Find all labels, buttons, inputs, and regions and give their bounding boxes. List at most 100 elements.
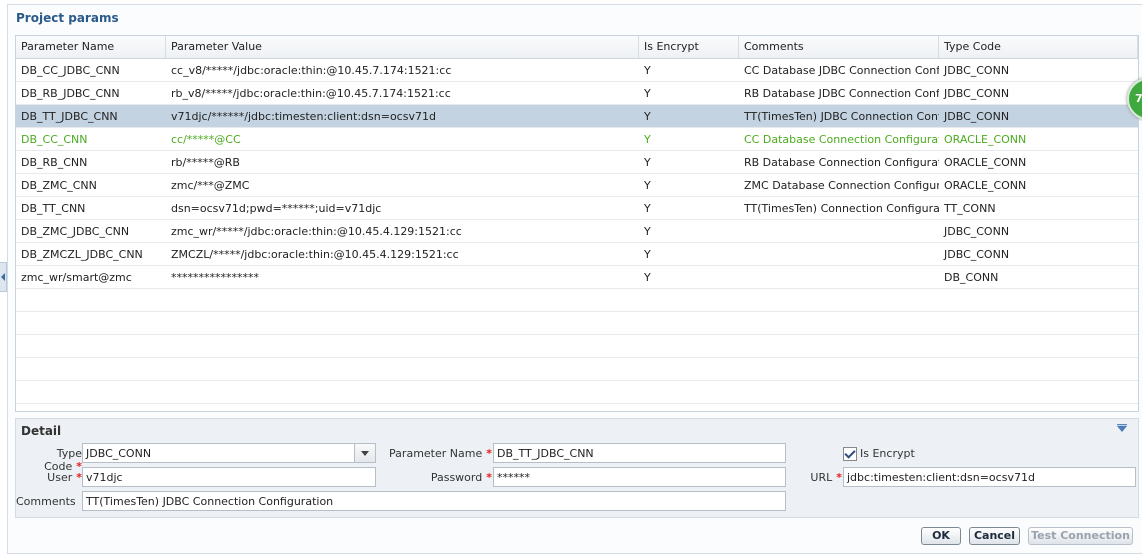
cancel-button[interactable]: Cancel — [969, 527, 1020, 545]
grid-body: DB_CC_JDBC_CNN cc_v8/*****/jdbc:oracle:th… — [16, 59, 1138, 404]
comments-field[interactable]: TT(TimesTen) JDBC Connection Configurati… — [82, 491, 786, 511]
comments-cell — [739, 381, 939, 403]
is-encrypt-cell: Y — [644, 202, 651, 215]
is-encrypt-cell: Y — [644, 225, 651, 238]
test-connection-button[interactable]: Test Connection — [1028, 527, 1133, 545]
column-header-parameter-name[interactable]: Parameter Name — [16, 36, 166, 58]
column-header-type-code[interactable]: Type Code — [939, 36, 1138, 58]
table-row[interactable]: DB_ZMC_CNN zmc/***@ZMC Y ZMC Database Conne… — [16, 174, 1138, 197]
parameter-name-field[interactable]: DB_TT_JDBC_CNN — [493, 443, 786, 463]
type-code-cell: JDBC_CONN — [944, 110, 1010, 123]
comments-cell: RB Database JDBC Connection Configur — [744, 87, 939, 100]
parameter-name-label: Parameter Name * — [389, 447, 492, 460]
parameter-name-cell: DB_TT_JDBC_CNN — [21, 110, 118, 123]
type-code-cell: TT_CONN — [944, 202, 996, 215]
parameter-name-cell: DB_ZMCZL_JDBC_CNN — [21, 248, 143, 261]
parameter-value-cell — [166, 335, 639, 357]
parameter-name-cell: DB_ZMC_JDBC_CNN — [21, 225, 130, 238]
type-code-cell: JDBC_CONN — [944, 87, 1010, 100]
parameter-value-cell: cc_v8/*****/jdbc:oracle:thin:@10.45.7.17… — [171, 64, 452, 77]
ok-button[interactable]: OK — [921, 527, 961, 545]
comments-cell — [739, 358, 939, 380]
table-row[interactable]: DB_RB_JDBC_CNN rb_v8/*****/jdbc:oracle:th… — [16, 82, 1138, 105]
is-encrypt-cell: Y — [644, 156, 651, 169]
parameter-name-cell: DB_RB_JDBC_CNN — [21, 87, 120, 100]
table-row[interactable]: DB_ZMCZL_JDBC_CNN ZMCZL/*****/jdbc:oracle… — [16, 243, 1138, 266]
type-code-cell — [939, 335, 1138, 357]
is-encrypt-cell: Y — [644, 110, 651, 123]
parameter-value-cell: ZMCZL/*****/jdbc:oracle:thin:@10.45.4.12… — [171, 248, 459, 261]
parameter-name-cell: DB_CC_CNN — [21, 133, 88, 146]
table-row[interactable]: zmc_wr/smart@zmc **************** Y DB_CONN — [16, 266, 1138, 289]
parameter-name-cell — [16, 381, 166, 403]
params-grid: Parameter Name Parameter Value Is Encryp… — [15, 35, 1139, 412]
comments-cell — [739, 220, 939, 242]
type-code-cell: JDBC_CONN — [944, 64, 1010, 77]
parameter-value-cell: **************** — [171, 271, 259, 284]
type-code-cell: JDBC_CONN — [944, 248, 1010, 261]
url-field[interactable]: jdbc:timesten:client:dsn=ocsv71d — [843, 467, 1136, 487]
panel-title: Project params — [16, 11, 119, 25]
table-row[interactable]: DB_TT_CNN dsn=ocsv71d;pwd=******;uid=v71d… — [16, 197, 1138, 220]
comments-cell: CC Database Connection Configuration — [744, 133, 939, 146]
is-encrypt-cell: Y — [644, 64, 651, 77]
is-encrypt-cell: Y — [644, 87, 651, 100]
empty-table-row — [16, 312, 1138, 335]
parameter-value-cell: rb/*****@RB — [171, 156, 240, 169]
type-code-combo[interactable]: JDBC_CONN — [82, 443, 376, 463]
comments-cell: TT(TimesTen) Connection Configuration — [744, 202, 939, 215]
is-encrypt-checkbox[interactable] — [843, 447, 857, 461]
is-encrypt-cell: Y — [644, 179, 651, 192]
type-code-cell: ORACLE_CONN — [944, 179, 1027, 192]
is-encrypt-cell: Y — [644, 133, 651, 146]
parameter-value-cell — [166, 381, 639, 403]
parameter-value-cell: cc/*****@CC — [171, 133, 241, 146]
type-code-cell — [939, 289, 1138, 311]
collapse-detail-icon[interactable] — [1116, 424, 1128, 434]
table-row[interactable]: DB_TT_JDBC_CNN v71djc/******/jdbc:timeste… — [16, 105, 1138, 128]
column-header-parameter-value[interactable]: Parameter Value — [166, 36, 639, 58]
password-field[interactable]: ****** — [493, 467, 786, 487]
empty-table-row — [16, 335, 1138, 358]
parameter-value-cell: v71djc/******/jdbc:timesten:client:dsn=o… — [171, 110, 436, 123]
column-header-is-encrypt[interactable]: Is Encrypt — [639, 36, 739, 58]
collapse-left-panel-handle[interactable] — [0, 262, 7, 292]
detail-section: Detail Type Code * JDBC_CONN Parameter Na… — [15, 418, 1139, 518]
parameter-name-cell — [16, 335, 166, 357]
detail-title: Detail — [21, 424, 62, 438]
parameter-name-cell — [16, 312, 166, 334]
comments-cell: ZMC Database Connection Configuratior — [744, 179, 939, 192]
type-code-cell — [939, 312, 1138, 334]
comments-cell: CC Database JDBC Connection Configur — [744, 64, 939, 77]
comments-cell — [739, 335, 939, 357]
parameter-value-cell — [166, 289, 639, 311]
table-row[interactable]: DB_CC_CNN cc/*****@CC Y CC Database Connect… — [16, 128, 1138, 151]
parameter-name-cell: DB_TT_CNN — [21, 202, 86, 215]
is-encrypt-cell: Y — [644, 248, 651, 261]
type-code-cell: ORACLE_CONN — [944, 133, 1027, 146]
url-label: URL * — [810, 471, 842, 484]
table-row[interactable]: DB_ZMC_JDBC_CNN zmc_wr/*****/jdbc:oracle:… — [16, 220, 1138, 243]
parameter-value-cell: rb_v8/*****/jdbc:oracle:thin:@10.45.7.17… — [171, 87, 451, 100]
table-row[interactable]: DB_CC_JDBC_CNN cc_v8/*****/jdbc:oracle:th… — [16, 59, 1138, 82]
chevron-down-icon[interactable] — [354, 444, 375, 462]
parameter-value-cell: zmc_wr/*****/jdbc:oracle:thin:@10.45.4.1… — [171, 225, 462, 238]
column-header-comments[interactable]: Comments — [739, 36, 939, 58]
type-code-cell: JDBC_CONN — [944, 225, 1010, 238]
parameter-name-cell: zmc_wr/smart@zmc — [21, 271, 132, 284]
comments-cell: RB Database Connection Configuration — [744, 156, 939, 169]
is-encrypt-cell — [639, 289, 739, 311]
is-encrypt-cell — [639, 381, 739, 403]
parameter-value-cell — [166, 358, 639, 380]
user-field[interactable]: v71djc — [82, 467, 376, 487]
parameter-name-cell: DB_CC_JDBC_CNN — [21, 64, 120, 77]
table-row[interactable]: DB_RB_CNN rb/*****@RB Y RB Database Connect… — [16, 151, 1138, 174]
type-code-value: JDBC_CONN — [86, 447, 152, 460]
is-encrypt-label: Is Encrypt — [860, 447, 915, 460]
grid-header: Parameter Name Parameter Value Is Encryp… — [16, 36, 1138, 59]
empty-table-row — [16, 381, 1138, 404]
parameter-value-cell: dsn=ocsv71d;pwd=******;uid=v71djc — [171, 202, 382, 215]
parameter-value-cell — [166, 312, 639, 334]
parameter-name-cell: DB_ZMC_CNN — [21, 179, 97, 192]
is-encrypt-cell — [639, 335, 739, 357]
